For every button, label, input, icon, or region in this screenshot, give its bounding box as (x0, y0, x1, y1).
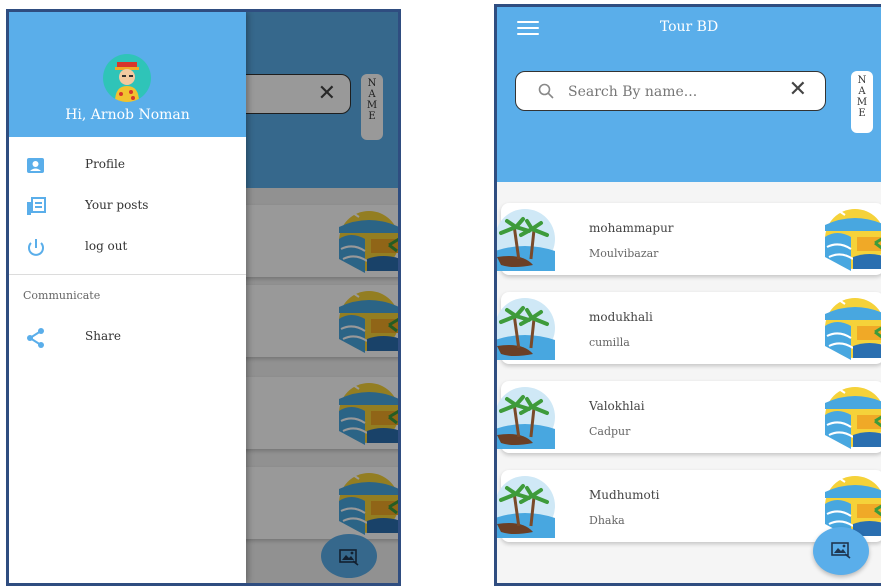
drawer-item-label: Share (85, 329, 121, 343)
place-card[interactable]: mohammapur Moulvibazar (501, 203, 881, 275)
clear-icon[interactable]: ✕ (789, 77, 807, 102)
beach-thumbnail-icon (817, 207, 881, 271)
drawer-item-label: log out (85, 239, 128, 253)
sort-by-name-button[interactable]: N A M E (851, 71, 873, 133)
place-district: Moulvibazar (589, 247, 659, 260)
share-icon (27, 328, 44, 348)
place-district: Dhaka (589, 514, 625, 527)
beach-thumbnail-icon (494, 296, 557, 360)
beach-thumbnail-icon (817, 296, 881, 360)
app-title: Tour BD (659, 19, 719, 35)
place-district: Cadpur (589, 425, 631, 438)
search-box: ✕ (515, 71, 826, 111)
beach-thumbnail-icon (494, 474, 557, 538)
power-icon (28, 239, 44, 256)
add-photo-fab[interactable] (813, 527, 869, 575)
app-bar: Tour BD (497, 7, 881, 49)
name-letter: N (857, 75, 867, 86)
drawer-item-profile[interactable]: Profile (9, 148, 246, 184)
drawer-item-log-out[interactable]: log out (9, 230, 246, 266)
drawer-item-label: Profile (85, 157, 125, 171)
drawer-item-share[interactable]: Share (9, 320, 246, 356)
beach-thumbnail-icon (494, 385, 557, 449)
phone-screen-drawer-open: ✕ N A M E Hi, Arnob Noman Profile Your p… (6, 9, 401, 586)
user-avatar-icon (115, 62, 139, 102)
place-card[interactable]: Valokhlai Cadpur (501, 381, 881, 453)
beach-thumbnail-icon (817, 385, 881, 449)
greeting-text: Hi, Arnob Noman (65, 107, 190, 123)
name-letter: M (856, 97, 868, 108)
drawer-divider (9, 274, 246, 275)
place-name: Mudhumoti (589, 488, 660, 502)
place-name: mohammapur (589, 221, 674, 235)
gallery-icon (831, 541, 851, 559)
search-header: ✕ N A M E (497, 49, 881, 182)
profile-icon (27, 158, 44, 173)
drawer-item-your-posts[interactable]: Your posts (9, 189, 246, 225)
beach-thumbnail-icon (494, 207, 557, 271)
phone-screen-home: Tour BD ✕ N A M E mohammapur Moulvibazar… (494, 4, 881, 586)
drawer-header: Hi, Arnob Noman (9, 12, 246, 137)
posts-icon (27, 197, 46, 215)
avatar[interactable] (103, 54, 151, 102)
place-name: modukhali (589, 310, 653, 324)
drawer-section-label: Communicate (23, 289, 101, 302)
navigation-drawer: Hi, Arnob Noman Profile Your posts log o… (9, 12, 246, 583)
place-name: Valokhlai (589, 399, 645, 413)
place-card[interactable]: modukhali cumilla (501, 292, 881, 364)
name-letter: A (858, 86, 866, 97)
drawer-item-label: Your posts (85, 198, 149, 212)
search-icon (538, 83, 554, 99)
name-letter: E (858, 108, 866, 119)
search-input[interactable] (566, 80, 790, 104)
place-district: cumilla (589, 336, 630, 349)
